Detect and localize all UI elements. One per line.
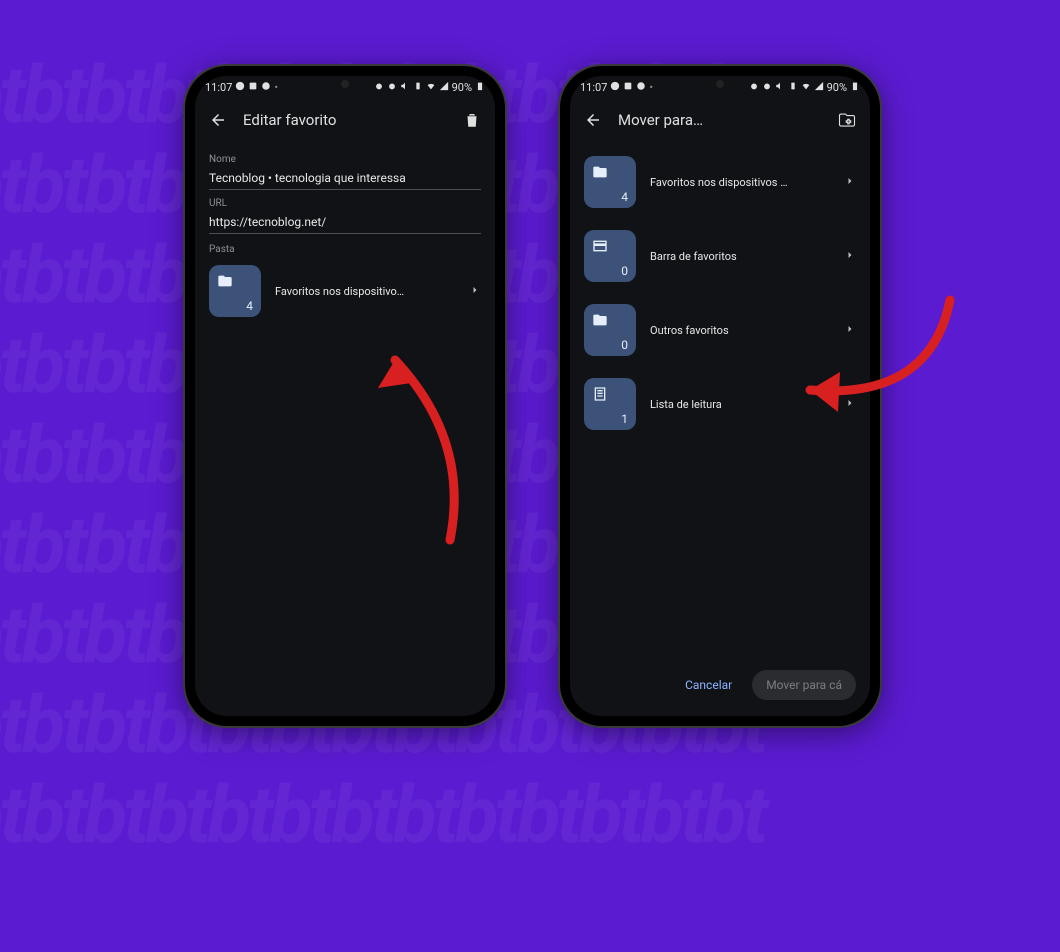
- background: btbtbtbtbtbtbtbtbtbtbtbtbt btbtbtbtbtbtb…: [0, 0, 1060, 795]
- vibrate-icon: [788, 81, 798, 94]
- chevron-right-icon: [844, 323, 856, 338]
- folder-section-label: Pasta: [209, 244, 481, 255]
- battery-text: 90%: [452, 81, 472, 94]
- battery-icon: [850, 81, 860, 94]
- screen-edit-bookmark: 11:07 • 90%: [195, 76, 495, 716]
- folder-count: 1: [621, 412, 628, 426]
- folder-label: Favoritos nos dispositivo…: [275, 285, 455, 298]
- whatsapp-icon: [235, 81, 245, 94]
- alarm-icon: [749, 81, 759, 94]
- folder-count: 0: [621, 264, 628, 278]
- image-icon: [248, 81, 258, 94]
- page-title: Mover para…: [618, 111, 822, 129]
- dot-icon: •: [274, 81, 278, 94]
- folder-row[interactable]: 1 Lista de leitura: [584, 374, 856, 434]
- wave-icon: [261, 81, 271, 94]
- battery-icon: [475, 81, 485, 94]
- page-title: Editar favorito: [243, 111, 447, 129]
- reading-list-icon: [592, 386, 608, 402]
- screen-move-to: 11:07 • 90% Mover para…: [570, 76, 870, 716]
- wifi-icon: [801, 81, 811, 94]
- folder-label: Favoritos nos dispositivos …: [650, 176, 830, 189]
- dot-icon: •: [649, 81, 653, 94]
- name-field[interactable]: Tecnoblog • tecnologia que interessa: [209, 165, 481, 190]
- chevron-right-icon: [844, 249, 856, 264]
- folder-row[interactable]: 0 Barra de favoritos: [584, 226, 856, 286]
- url-field[interactable]: https://tecnoblog.net/: [209, 209, 481, 234]
- vibrate-icon: [413, 81, 423, 94]
- folder-tile: 4: [584, 156, 636, 208]
- folder-tile: 1: [584, 378, 636, 430]
- url-label: URL: [209, 198, 481, 209]
- alarm-icon: [387, 81, 397, 94]
- phone-mockup-right: 11:07 • 90% Mover para…: [560, 66, 880, 726]
- chevron-right-icon: [844, 397, 856, 412]
- folder-tile: 4: [209, 265, 261, 317]
- wifi-icon: [426, 81, 436, 94]
- status-time: 11:07: [580, 81, 607, 94]
- phone-mockup-left: 11:07 • 90%: [185, 66, 505, 726]
- folder-icon: [217, 273, 233, 289]
- folder-tile: 0: [584, 304, 636, 356]
- chevron-right-icon: [469, 284, 481, 299]
- folder-label: Lista de leitura: [650, 398, 830, 411]
- folder-label: Outros favoritos: [650, 324, 830, 337]
- mute-icon: [400, 81, 410, 94]
- battery-text: 90%: [827, 81, 847, 94]
- delete-icon[interactable]: [461, 109, 483, 131]
- back-icon[interactable]: [582, 109, 604, 131]
- folder-count: 4: [246, 299, 253, 313]
- folder-tile: 0: [584, 230, 636, 282]
- whatsapp-icon: [610, 81, 620, 94]
- signal-icon: [814, 81, 824, 94]
- bookmark-bar-icon: [592, 238, 608, 254]
- folder-icon: [592, 312, 608, 328]
- bottom-action-bar: Cancelar Mover para cá: [570, 660, 870, 716]
- new-folder-icon[interactable]: [836, 109, 858, 131]
- folder-count: 4: [621, 190, 628, 204]
- chevron-right-icon: [844, 175, 856, 190]
- folder-count: 0: [621, 338, 628, 352]
- back-icon[interactable]: [207, 109, 229, 131]
- cancel-button[interactable]: Cancelar: [675, 670, 742, 700]
- move-here-button[interactable]: Mover para cá: [752, 670, 856, 700]
- alarm-icon: [374, 81, 384, 94]
- alarm-icon: [762, 81, 772, 94]
- mute-icon: [775, 81, 785, 94]
- image-icon: [623, 81, 633, 94]
- app-bar: Mover para…: [570, 98, 870, 142]
- status-time: 11:07: [205, 81, 232, 94]
- folder-row[interactable]: 4 Favoritos nos dispositivos …: [584, 152, 856, 212]
- folder-icon: [592, 164, 608, 180]
- signal-icon: [439, 81, 449, 94]
- folder-selector[interactable]: 4 Favoritos nos dispositivo…: [209, 261, 481, 321]
- name-label: Nome: [209, 154, 481, 165]
- wave-icon: [636, 81, 646, 94]
- folder-label: Barra de favoritos: [650, 250, 830, 263]
- app-bar: Editar favorito: [195, 98, 495, 142]
- folder-row[interactable]: 0 Outros favoritos: [584, 300, 856, 360]
